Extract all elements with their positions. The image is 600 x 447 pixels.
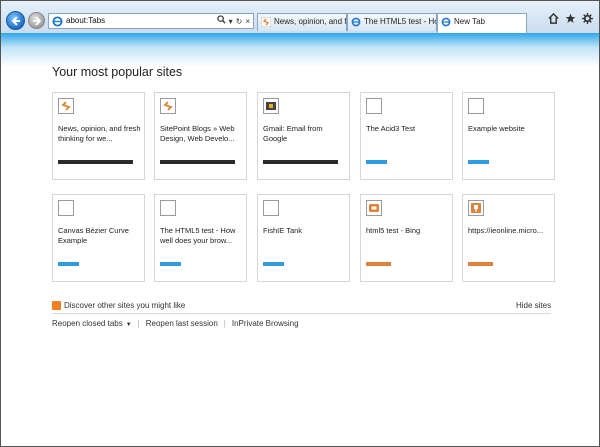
- tab-news[interactable]: News, opinion, and fres...: [257, 13, 347, 31]
- tab-label: New Tab: [454, 17, 485, 26]
- forward-arrow-icon: [33, 16, 42, 26]
- tab-label: News, opinion, and fres...: [274, 17, 347, 26]
- site-tile[interactable]: Example website: [462, 92, 555, 180]
- forward-button[interactable]: [28, 12, 45, 29]
- new-tab-page: Your most popular sites News, opinion, a…: [1, 33, 599, 446]
- tile-title: https://ieonline.micro...: [468, 226, 544, 235]
- site-tile[interactable]: html5 test - Bing: [360, 194, 453, 282]
- ie-page-icon: [351, 17, 361, 27]
- tab-html5test[interactable]: The HTML5 test - How...: [347, 13, 437, 31]
- blank-page-icon: [468, 98, 484, 114]
- refresh-icon[interactable]: ↻: [236, 16, 243, 28]
- activity-bar: [468, 262, 493, 266]
- site-tile[interactable]: https://ieonline.micro...: [462, 194, 555, 282]
- tile-title: html5 test - Bing: [366, 226, 421, 235]
- separator: |: [223, 319, 226, 328]
- ie-logo-icon: [52, 16, 63, 27]
- blank-page-icon: [366, 98, 382, 114]
- chevron-down-icon: ▼: [125, 322, 132, 328]
- home-icon[interactable]: [548, 12, 559, 24]
- reopen-closed-tabs-label: Reopen closed tabs: [52, 319, 123, 328]
- address-tools: ▾ ↻ ×: [216, 15, 250, 28]
- address-text[interactable]: about:Tabs: [66, 16, 105, 25]
- bottom-links: Reopen closed tabs ▼ | Reopen last sessio…: [52, 319, 299, 328]
- site-tile[interactable]: The HTML5 test - How well does your brow…: [154, 194, 247, 282]
- site-tile[interactable]: Canvas Bézier Curve Example: [52, 194, 145, 282]
- tile-title: Gmail: Email from Google: [263, 124, 323, 143]
- tile-title: News, opinion, and fresh thinking for we…: [58, 124, 141, 143]
- ie-page-icon: [441, 17, 451, 27]
- activity-bar: [263, 262, 284, 266]
- tab-label: The HTML5 test - How...: [364, 17, 436, 26]
- page-title: Your most popular sites: [52, 65, 183, 79]
- gmail-favicon-icon: [263, 98, 279, 114]
- site-tile[interactable]: FishIE Tank: [257, 194, 350, 282]
- microsoft-favicon-icon: [468, 200, 484, 216]
- command-icons: [548, 12, 593, 24]
- activity-bar: [366, 262, 391, 266]
- divider: [52, 313, 551, 314]
- site-tile[interactable]: News, opinion, and fresh thinking for we…: [52, 92, 145, 180]
- discover-sites-link[interactable]: Discover other sites you might like: [64, 301, 185, 310]
- activity-bar: [160, 160, 235, 164]
- dropdown-arrow-icon[interactable]: ▾: [229, 16, 233, 28]
- back-arrow-icon: [11, 16, 20, 26]
- sitepoint-favicon-icon: [58, 98, 74, 114]
- tile-title: SitePoint Blogs » Web Design, Web Develo…: [160, 124, 235, 143]
- separator: |: [137, 319, 140, 328]
- activity-bar: [58, 262, 79, 266]
- back-button[interactable]: [6, 11, 25, 30]
- blank-page-icon: [263, 200, 279, 216]
- activity-bar: [58, 160, 133, 164]
- tile-title: The Acid3 Test: [366, 124, 416, 133]
- site-tile[interactable]: The Acid3 Test: [360, 92, 453, 180]
- blank-page-icon: [58, 200, 74, 216]
- browser-window: about:Tabs ▾ ↻ × News, opinion, and fres…: [0, 0, 600, 447]
- sitepoint-favicon-icon: [160, 98, 176, 114]
- hide-sites-link[interactable]: Hide sites: [516, 301, 551, 310]
- blank-page-icon: [160, 200, 176, 216]
- site-tile[interactable]: SitePoint Blogs » Web Design, Web Develo…: [154, 92, 247, 180]
- activity-bar: [468, 160, 489, 164]
- search-icon[interactable]: [216, 15, 226, 28]
- gear-icon[interactable]: [582, 13, 593, 24]
- activity-bar: [263, 160, 338, 164]
- site-tile[interactable]: Gmail: Email from Google: [257, 92, 350, 180]
- tab-new-tab[interactable]: New Tab: [437, 13, 527, 33]
- reopen-last-session-link[interactable]: Reopen last session: [146, 319, 218, 328]
- address-bar[interactable]: about:Tabs ▾ ↻ ×: [48, 13, 254, 29]
- reopen-closed-tabs-link[interactable]: Reopen closed tabs ▼: [52, 319, 132, 328]
- activity-bar: [366, 160, 387, 164]
- browser-toolbar: about:Tabs ▾ ↻ × News, opinion, and fres…: [1, 1, 599, 33]
- tile-title: The HTML5 test - How well does your brow…: [160, 226, 236, 245]
- favorites-star-icon[interactable]: [565, 13, 576, 24]
- activity-bar: [160, 262, 181, 266]
- sitepoint-favicon-icon: [261, 17, 271, 27]
- tile-title: Example website: [468, 124, 525, 133]
- inprivate-browsing-link[interactable]: InPrivate Browsing: [232, 319, 299, 328]
- tile-title: Canvas Bézier Curve Example: [58, 226, 129, 245]
- discover-sites-icon: [52, 301, 61, 310]
- tile-title: FishIE Tank: [263, 226, 303, 235]
- bing-favicon-icon: [366, 200, 382, 216]
- close-icon[interactable]: ×: [245, 16, 250, 28]
